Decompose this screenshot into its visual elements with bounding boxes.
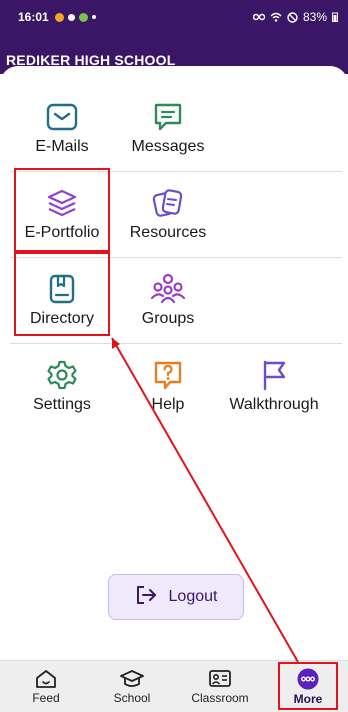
menu-item-label: E-Mails xyxy=(35,138,89,155)
nav-label: Feed xyxy=(32,691,60,705)
location-icon xyxy=(67,13,75,21)
logout-icon xyxy=(135,585,157,610)
help-icon xyxy=(151,358,185,392)
menu-item-resources[interactable]: Resources xyxy=(118,172,218,258)
more-notifications-icon xyxy=(91,15,96,19)
flag-icon xyxy=(257,358,291,392)
menu-item-settings[interactable]: Settings xyxy=(12,344,112,430)
menu-row-4: Settings Help Walkthrough xyxy=(10,344,342,430)
app-notification-icon xyxy=(54,12,64,22)
menu-item-label: Walkthrough xyxy=(229,396,319,413)
chat-icon xyxy=(151,100,185,134)
nav-school[interactable]: School xyxy=(102,661,162,712)
status-bar: 16:01 83% xyxy=(0,0,348,34)
status-right: 83% xyxy=(252,10,338,24)
menu-item-help[interactable]: Help xyxy=(118,344,218,430)
menu-item-walkthrough[interactable]: Walkthrough xyxy=(224,344,324,430)
android-icon xyxy=(78,12,88,22)
notification-icons xyxy=(54,12,96,22)
mail-icon xyxy=(45,100,79,134)
home-icon xyxy=(36,670,56,688)
annotation-box-eportfolio xyxy=(14,168,110,252)
annotation-box-more xyxy=(278,662,338,710)
wifi-icon xyxy=(270,12,282,22)
nav-classroom[interactable]: Classroom xyxy=(184,661,256,712)
menu-item-emails[interactable]: E-Mails xyxy=(12,86,112,172)
group-icon xyxy=(151,272,185,306)
graduation-cap-icon xyxy=(120,670,144,687)
menu-item-groups[interactable]: Groups xyxy=(118,258,218,344)
nav-label: School xyxy=(113,691,151,705)
classroom-board-icon xyxy=(209,670,231,687)
do-not-disturb-icon xyxy=(287,11,298,23)
menu-item-label: Settings xyxy=(33,396,91,413)
battery-percent: 83% xyxy=(302,10,327,24)
status-time: 16:01 xyxy=(18,10,49,24)
menu-item-label: Help xyxy=(151,396,185,413)
link-icon xyxy=(252,13,265,21)
more-menu-sheet: E-Mails Messages E-Portfolio Resources D… xyxy=(0,66,348,660)
menu-item-label: Messages xyxy=(131,138,205,155)
menu-item-label: Groups xyxy=(141,310,195,327)
nav-label: Classroom xyxy=(191,691,249,705)
annotation-box-directory xyxy=(14,252,110,336)
battery-icon xyxy=(332,12,338,22)
menu-item-label: Resources xyxy=(129,224,207,241)
nav-feed[interactable]: Feed xyxy=(18,661,74,712)
menu-item-messages[interactable]: Messages xyxy=(118,86,218,172)
logout-label: Logout xyxy=(168,588,218,605)
logout-button[interactable]: Logout xyxy=(108,574,244,620)
menu-row-1: E-Mails Messages xyxy=(10,86,342,172)
docs-icon xyxy=(151,186,185,220)
gear-icon xyxy=(45,358,79,392)
